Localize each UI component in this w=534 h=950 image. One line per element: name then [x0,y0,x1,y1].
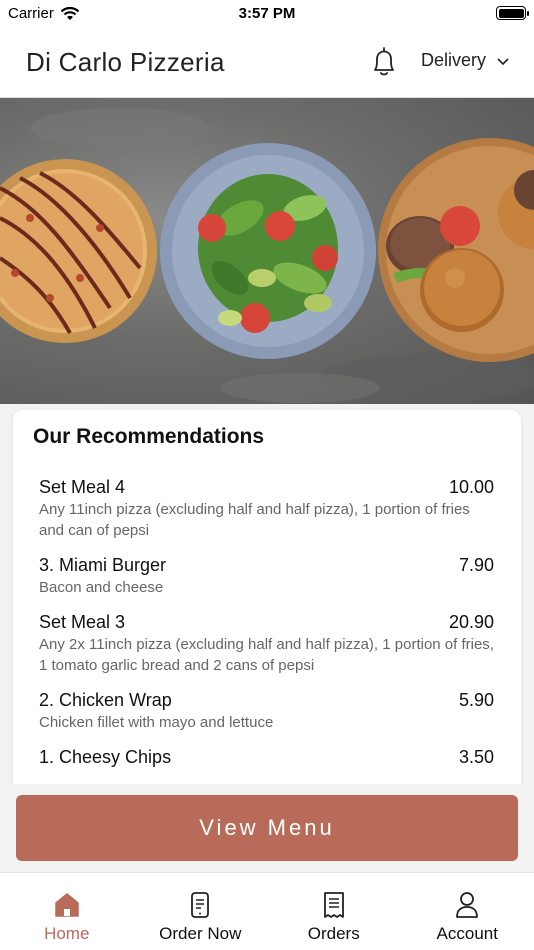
list-item[interactable]: 2. Chicken Wrap 5.90 Chicken fillet with… [39,689,494,733]
item-name: Set Meal 4 [39,477,126,497]
item-description: Any 2x 11inch pizza (excluding half and … [39,636,494,674]
item-name: 3. Miami Burger [39,555,167,575]
item-price: 20.90 [448,612,494,632]
tab-order-now-label: Order Now [159,924,242,943]
status-bar: Carrier 3:57 PM [0,0,534,26]
view-menu-button[interactable]: View Menu [16,795,518,861]
burger-image [378,138,534,362]
home-icon [55,893,79,917]
view-menu-bar: View Menu [0,784,534,872]
item-price: 5.90 [458,690,494,710]
tab-order-now[interactable]: Order Now [134,873,268,950]
item-name: 1. Cheesy Chips [39,747,172,767]
item-description: Any 11inch pizza (excluding half and hal… [39,501,470,539]
delivery-label: Delivery [421,50,487,70]
bottom-tab-bar: Home Order Now Orders Account [0,872,534,950]
recommendations-title: Our Recommendations [33,425,265,448]
user-icon [456,892,479,918]
tab-orders-label: Orders [307,924,360,943]
chevron-down-icon [497,57,509,65]
item-description: Chicken fillet with mayo and lettuce [39,714,274,731]
status-time: 3:57 PM [238,5,296,22]
item-description: Bacon and cheese [39,579,164,596]
food-illustration [0,108,534,403]
item-price: 7.90 [458,555,494,575]
carrier-label: Carrier [8,5,54,22]
pizza-image [0,159,157,343]
tab-home[interactable]: Home [0,873,134,950]
bell-icon[interactable] [369,45,399,79]
tab-orders[interactable]: Orders [267,873,401,950]
item-name: Set Meal 3 [39,612,126,632]
list-item[interactable]: Set Meal 4 10.00 Any 11inch pizza (exclu… [39,476,494,541]
delivery-selector[interactable]: Delivery [421,50,510,71]
wifi-icon [60,6,80,20]
receipt-icon [323,892,344,918]
tab-home-label: Home [44,924,90,943]
phone-order-icon [191,892,210,918]
list-item[interactable]: Set Meal 3 20.90 Any 2x 11inch pizza (ex… [39,611,494,676]
tab-account[interactable]: Account [401,873,534,950]
carrier-indicator: Carrier [8,5,80,22]
list-item[interactable]: 3. Miami Burger 7.90 Bacon and cheese [39,554,494,598]
tab-account-label: Account [436,924,498,943]
salad-image [160,143,376,359]
item-price: 10.00 [448,477,494,497]
recommendations-list: Set Meal 4 10.00 Any 11inch pizza (exclu… [39,476,494,781]
battery-icon [496,6,529,20]
item-name: 2. Chicken Wrap [39,690,172,710]
recommendations-card: Our Recommendations Set Meal 4 10.00 Any… [13,410,521,810]
item-price: 3.50 [458,747,494,767]
list-item[interactable]: 1. Cheesy Chips 3.50 [39,746,494,768]
app-header: Di Carlo Pizzeria Delivery [0,26,534,98]
app-title: Di Carlo Pizzeria [26,47,225,77]
hero-food-image [0,98,534,404]
